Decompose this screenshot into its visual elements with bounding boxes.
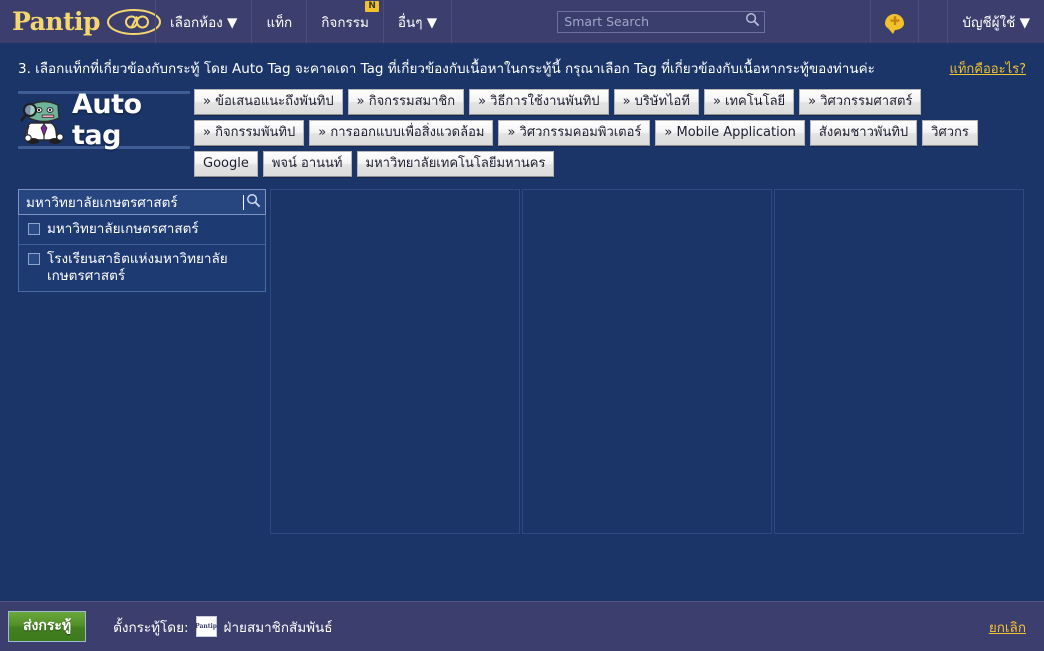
tag-result-label: มหาวิทยาลัยเกษตรศาสตร์ [47,221,199,237]
suggested-tag[interactable]: » วิศวกรรมศาสตร์ [799,89,922,115]
tag-column-4 [774,189,1024,534]
nav-item-others[interactable]: อื่นๆ ▼ [384,0,453,43]
tag-result-label: โรงเรียนสาธิตแห่งมหาวิทยาลัยเกษตรศาสตร์ [47,251,228,284]
header-search-area [452,0,870,43]
suggested-tag[interactable]: สังคมชาวพันทิป [809,120,918,146]
detective-robot-mascot-icon [18,95,70,145]
suggested-tag[interactable]: » Mobile Application [655,120,805,146]
suggested-tag[interactable]: » ข้อเสนอแนะถึงพันทิป [194,89,343,115]
suggested-tag[interactable]: พจน์ อานนท์ [262,151,352,177]
tag-column-3 [522,189,772,534]
search-icon[interactable] [745,12,760,31]
pantip-infinity-logo-icon [106,8,162,35]
nav-item-label: อื่นๆ ▼ [397,14,438,31]
smart-search-input[interactable] [562,13,746,30]
suggested-tag[interactable]: » เทคโนโลยี [703,89,795,115]
brand-logo[interactable]: Pantip [0,0,162,43]
page-footer: ส่งกระทู้ ตั้งกระทู้โดย: Pantip ฝ่ายสมาช… [0,601,1044,651]
what-is-tag-link[interactable]: แท็กคืออะไร? [949,58,1026,79]
submit-post-button[interactable]: ส่งกระทู้ [8,611,87,642]
nav-item-label: แท็ก [266,14,293,31]
main-content: 3. เลือกแท็กที่เกี่ยวข้องกับกระทู้ โดย A… [0,45,1044,601]
poster-info: ตั้งกระทู้โดย: Pantip ฝ่ายสมาชิกสัมพันธ์ [113,616,333,638]
nav-item-label: กิจกรรม [321,14,369,31]
new-badge: N [365,1,379,12]
posted-by-label: ตั้งกระทู้โดย: [113,619,189,636]
autotag-logo: Auto tag [18,89,194,177]
instruction-row: 3. เลือกแท็กที่เกี่ยวข้องกับกระทู้ โดย A… [0,45,1044,79]
tag-columns: มหาวิทยาลัยเกษตรศาสตร์ โรงเรียนสาธิตแห่ง… [0,177,1044,534]
account-menu[interactable]: บัญชีผู้ใช้ ▼ [947,0,1044,43]
suggested-tag[interactable]: » วิธีการใช้งานพันทิป [469,89,609,115]
instruction-text: 3. เลือกแท็กที่เกี่ยวข้องกับกระทู้ โดย A… [18,61,875,77]
header-right-area: ✚ บัญชีผู้ใช้ ▼ [870,0,1044,43]
search-icon[interactable] [246,193,261,212]
poster-name: ฝ่ายสมาชิกสัมพันธ์ [223,619,333,636]
nav-item-activities[interactable]: กิจกรรม N [307,0,384,43]
tag-result-item[interactable]: โรงเรียนสาธิตแห่งมหาวิทยาลัยเกษตรศาสตร์ [19,245,265,291]
brand-name: Pantip [12,7,101,36]
tag-checkbox[interactable] [28,253,40,265]
suggested-tag[interactable]: » การออกแบบเพื่อสิ่งแวดล้อม [309,120,494,146]
tag-search-box[interactable] [18,189,266,215]
logo-body: Auto tag [18,89,194,151]
cancel-link[interactable]: ยกเลิก [989,616,1026,638]
tag-checkbox[interactable] [28,223,40,235]
notification-button[interactable]: ✚ [870,0,918,43]
suggested-tag[interactable]: » วิศวกรรมคอมพิวเตอร์ [498,120,651,146]
autotag-title: Auto tag [72,89,142,151]
suggested-tag-cloud: » ข้อเสนอแนะถึงพันทิป » กิจกรรมสมาชิก » … [194,89,1044,177]
suggested-tag[interactable]: » กิจกรรมพันทิป [194,120,305,146]
avatar-text: Pantip [195,622,217,630]
nav-item-select-room[interactable]: เลือกห้อง ▼ [156,0,253,43]
suggested-tag[interactable]: Google [194,151,258,177]
text-cursor [243,194,244,210]
suggested-tag[interactable]: » บริษัทไอที [613,89,699,115]
main-navigation: เลือกห้อง ▼ แท็ก กิจกรรม N อื่นๆ ▼ [155,0,453,43]
tag-search-input[interactable] [24,193,244,211]
tag-result-item[interactable]: มหาวิทยาลัยเกษตรศาสตร์ [19,215,265,245]
speech-bubble-icon: ✚ [885,13,905,34]
smart-search-box[interactable] [557,10,766,33]
bubble-plus-glyph: ✚ [889,13,900,28]
suggested-tag[interactable]: มหาวิทยาลัยเทคโนโลยีมหานคร [356,151,555,177]
site-header: Pantip เลือกห้อง ▼ แท็ก กิจกรรม N อื่นๆ … [0,0,1044,45]
tag-result-list: มหาวิทยาลัยเกษตรศาสตร์ โรงเรียนสาธิตแห่ง… [18,215,266,292]
tag-column-2 [270,189,520,534]
avatar[interactable]: Pantip [195,616,217,637]
nav-item-tags[interactable]: แท็ก [252,0,308,43]
autotag-section: Auto tag » ข้อเสนอแนะถึงพันทิป » กิจกรรม… [0,79,1044,177]
suggested-tag[interactable]: » กิจกรรมสมาชิก [347,89,465,115]
header-spacer-cell [918,0,947,43]
nav-item-label: เลือกห้อง ▼ [170,14,238,31]
account-menu-label: บัญชีผู้ใช้ ▼ [962,14,1030,31]
tag-column-1: มหาวิทยาลัยเกษตรศาสตร์ โรงเรียนสาธิตแห่ง… [18,189,268,534]
suggested-tag[interactable]: วิศวกร [922,120,978,146]
